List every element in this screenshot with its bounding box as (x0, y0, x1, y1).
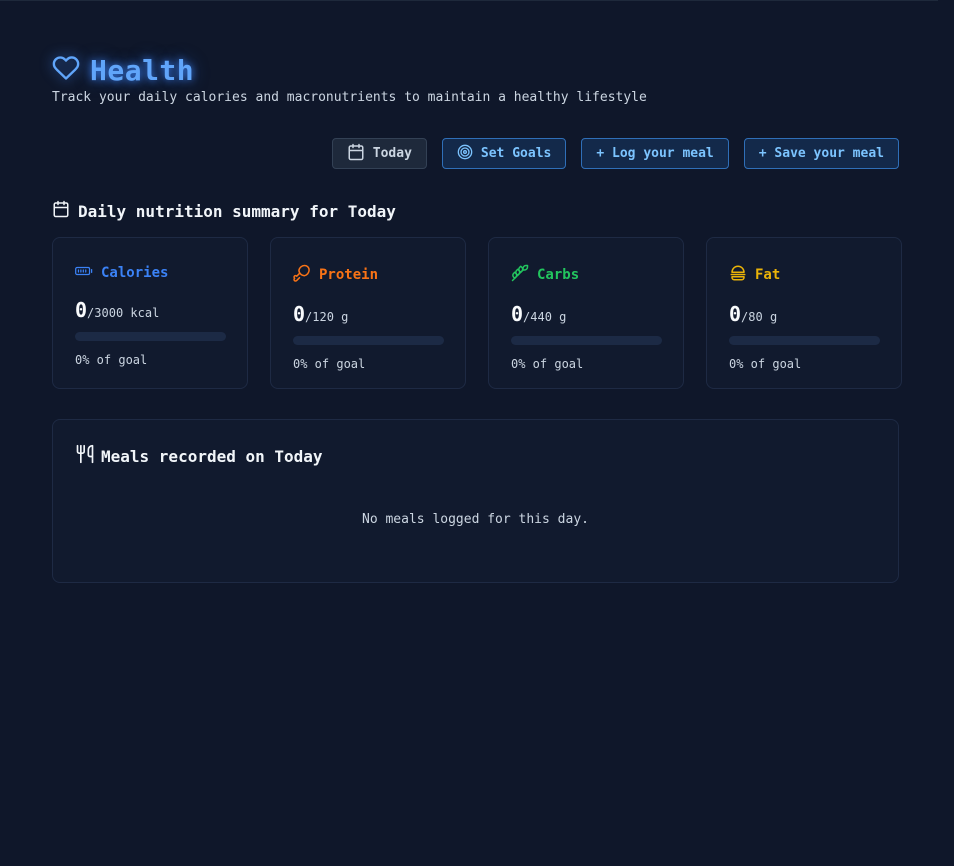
log-meal-button[interactable]: + Log your meal (581, 138, 729, 169)
heart-icon (52, 54, 80, 86)
log-meal-label: + Log your meal (596, 146, 714, 161)
page-header: Health (52, 52, 899, 88)
card-header: Protein (293, 264, 443, 286)
set-goals-button[interactable]: Set Goals (441, 138, 567, 169)
goal-value: /440 g (523, 310, 567, 324)
meals-heading: Meals recorded on Today (75, 444, 323, 468)
set-goals-label: Set Goals (480, 146, 552, 161)
date-label: Today (372, 146, 412, 161)
wheat-icon (511, 264, 529, 286)
target-icon (457, 144, 473, 164)
top-divider (0, 0, 938, 1)
percent-of-goal: 0% of goal (511, 357, 584, 371)
scrollbar-gutter[interactable] (938, 0, 954, 866)
battery-icon (75, 264, 93, 282)
progress-bar (511, 336, 662, 345)
current-value: 0 (293, 302, 306, 326)
calendar-icon (52, 200, 70, 222)
save-meal-button[interactable]: + Save your meal (743, 138, 899, 169)
card-header: Carbs (511, 264, 661, 286)
calendar-icon (347, 143, 365, 165)
drumstick-icon (293, 264, 311, 286)
nutrition-cards: Calories 0 /3000 kcal 0% of goal Protein… (52, 237, 902, 389)
carbs-card: Carbs 0 /440 g 0% of goal (488, 237, 684, 389)
card-label: Fat (755, 267, 781, 283)
goal-value: /3000 kcal (87, 306, 160, 320)
card-header: Calories (75, 264, 225, 282)
fat-card: Fat 0 /80 g 0% of goal (706, 237, 902, 389)
goal-value: /80 g (741, 310, 778, 324)
calories-card: Calories 0 /3000 kcal 0% of goal (52, 237, 248, 389)
current-value: 0 (75, 298, 88, 322)
date-picker-button[interactable]: Today (331, 138, 427, 169)
card-label: Protein (319, 267, 379, 283)
card-value-row: 0 /3000 kcal (75, 298, 225, 322)
utensils-icon (75, 444, 95, 468)
current-value: 0 (729, 302, 742, 326)
card-label: Calories (101, 265, 169, 281)
summary-title: Daily nutrition summary for Today (78, 201, 396, 221)
card-value-row: 0 /120 g (293, 302, 443, 326)
save-meal-label: + Save your meal (758, 146, 884, 161)
percent-of-goal: 0% of goal (75, 353, 148, 367)
card-header: Fat (729, 264, 879, 286)
summary-heading: Daily nutrition summary for Today (52, 200, 396, 222)
current-value: 0 (511, 302, 524, 326)
progress-bar (75, 332, 226, 341)
goal-value: /120 g (305, 310, 349, 324)
protein-card: Protein 0 /120 g 0% of goal (270, 237, 466, 389)
burger-icon (729, 264, 747, 286)
percent-of-goal: 0% of goal (293, 357, 366, 371)
card-label: Carbs (537, 267, 580, 283)
meals-title: Meals recorded on Today (101, 446, 323, 466)
card-value-row: 0 /80 g (729, 302, 879, 326)
percent-of-goal: 0% of goal (729, 357, 802, 371)
progress-bar (729, 336, 880, 345)
progress-bar (293, 336, 444, 345)
card-value-row: 0 /440 g (511, 302, 661, 326)
empty-state-message: No meals logged for this day. (362, 512, 589, 527)
health-page: Health Track your daily calories and mac… (52, 52, 902, 583)
toolbar: Today Set Goals + Log your meal + Save y… (331, 138, 899, 169)
page-subtitle: Track your daily calories and macronutri… (52, 90, 647, 105)
page-title: Health (90, 53, 195, 87)
meals-panel: Meals recorded on Today No meals logged … (52, 419, 899, 583)
